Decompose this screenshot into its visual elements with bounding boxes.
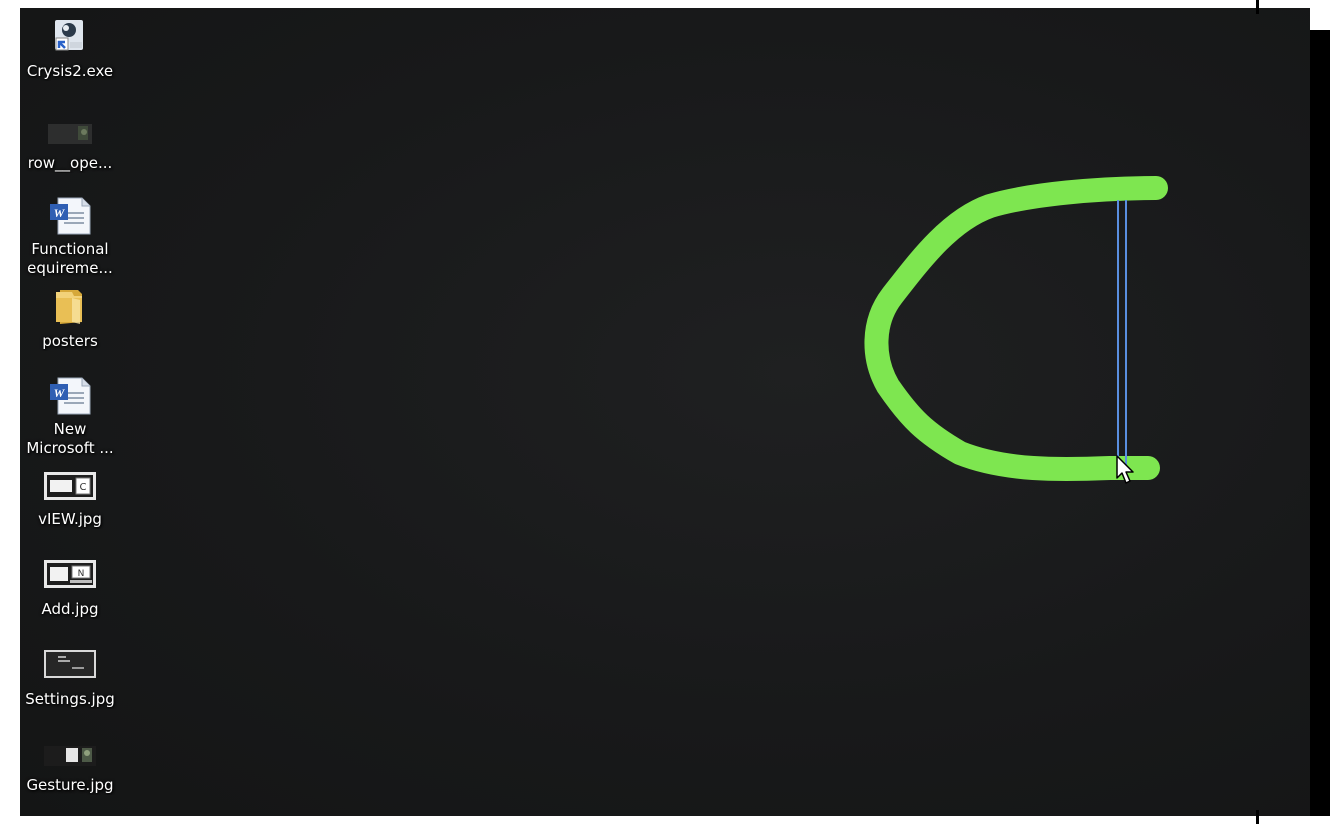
screen-edge — [1256, 0, 1259, 14]
screen-edge — [1310, 30, 1330, 816]
desktop-background[interactable]: Crysis2.exe row__ope... W Functional equi… — [20, 8, 1310, 816]
gesture-overlay — [864, 176, 1168, 484]
screen-edge — [1256, 810, 1259, 824]
gesture-stroke — [864, 176, 1168, 482]
